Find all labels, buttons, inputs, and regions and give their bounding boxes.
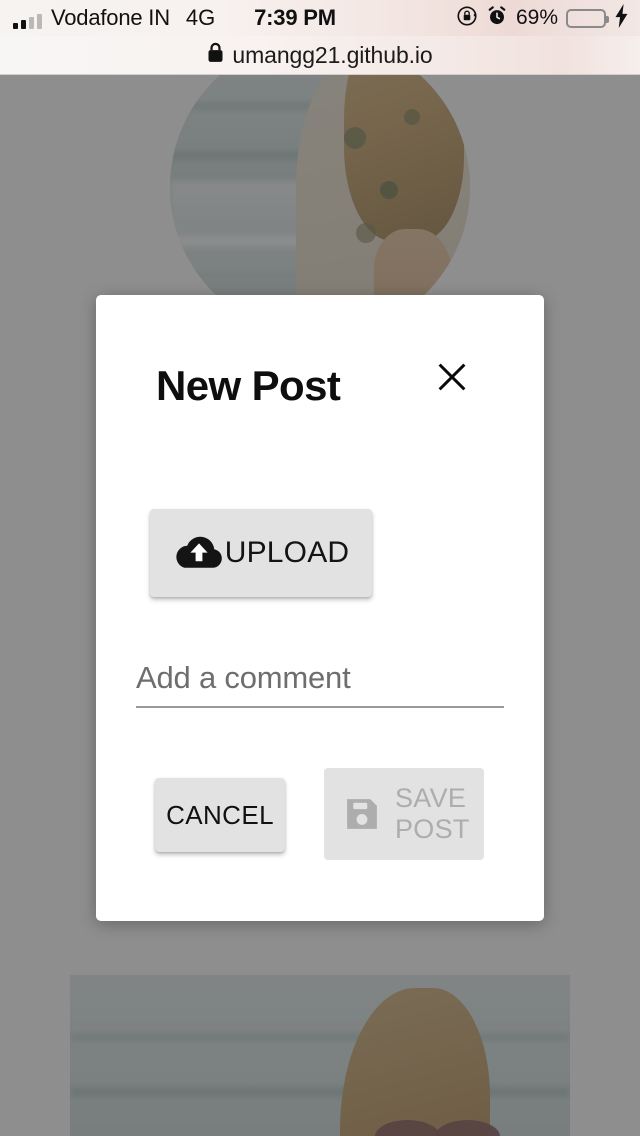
save-floppy-icon bbox=[341, 793, 383, 835]
browser-url-bar[interactable]: umangg21.github.io bbox=[0, 36, 640, 75]
lock-icon bbox=[207, 42, 224, 68]
status-bar-right: 69% bbox=[456, 3, 630, 33]
new-post-modal: New Post UPLOAD CANCEL bbox=[96, 295, 544, 921]
url-text: umangg21.github.io bbox=[232, 41, 433, 68]
comment-input[interactable] bbox=[136, 660, 504, 696]
upload-button-label: UPLOAD bbox=[224, 536, 350, 569]
cloud-upload-icon bbox=[173, 533, 225, 573]
save-post-button-label: SAVE POST bbox=[395, 782, 470, 844]
cancel-button-label: CANCEL bbox=[166, 799, 274, 830]
rotation-lock-icon bbox=[456, 5, 478, 32]
comment-field[interactable] bbox=[136, 660, 504, 708]
modal-header: New Post bbox=[96, 362, 544, 409]
battery-percent: 69% bbox=[515, 6, 558, 29]
modal-title: New Post bbox=[156, 362, 341, 409]
save-post-button[interactable]: SAVE POST bbox=[324, 768, 484, 860]
phone-screen: Vodafone IN 4G 7:39 PM 69% umangg21.gith… bbox=[0, 0, 640, 1136]
close-icon[interactable] bbox=[428, 353, 476, 401]
status-bar: Vodafone IN 4G 7:39 PM 69% bbox=[0, 0, 640, 36]
battery-icon bbox=[566, 8, 609, 28]
cancel-button[interactable]: CANCEL bbox=[155, 778, 285, 852]
upload-button[interactable]: UPLOAD bbox=[150, 509, 372, 597]
charging-bolt-icon bbox=[614, 3, 630, 33]
alarm-clock-icon bbox=[486, 5, 508, 32]
